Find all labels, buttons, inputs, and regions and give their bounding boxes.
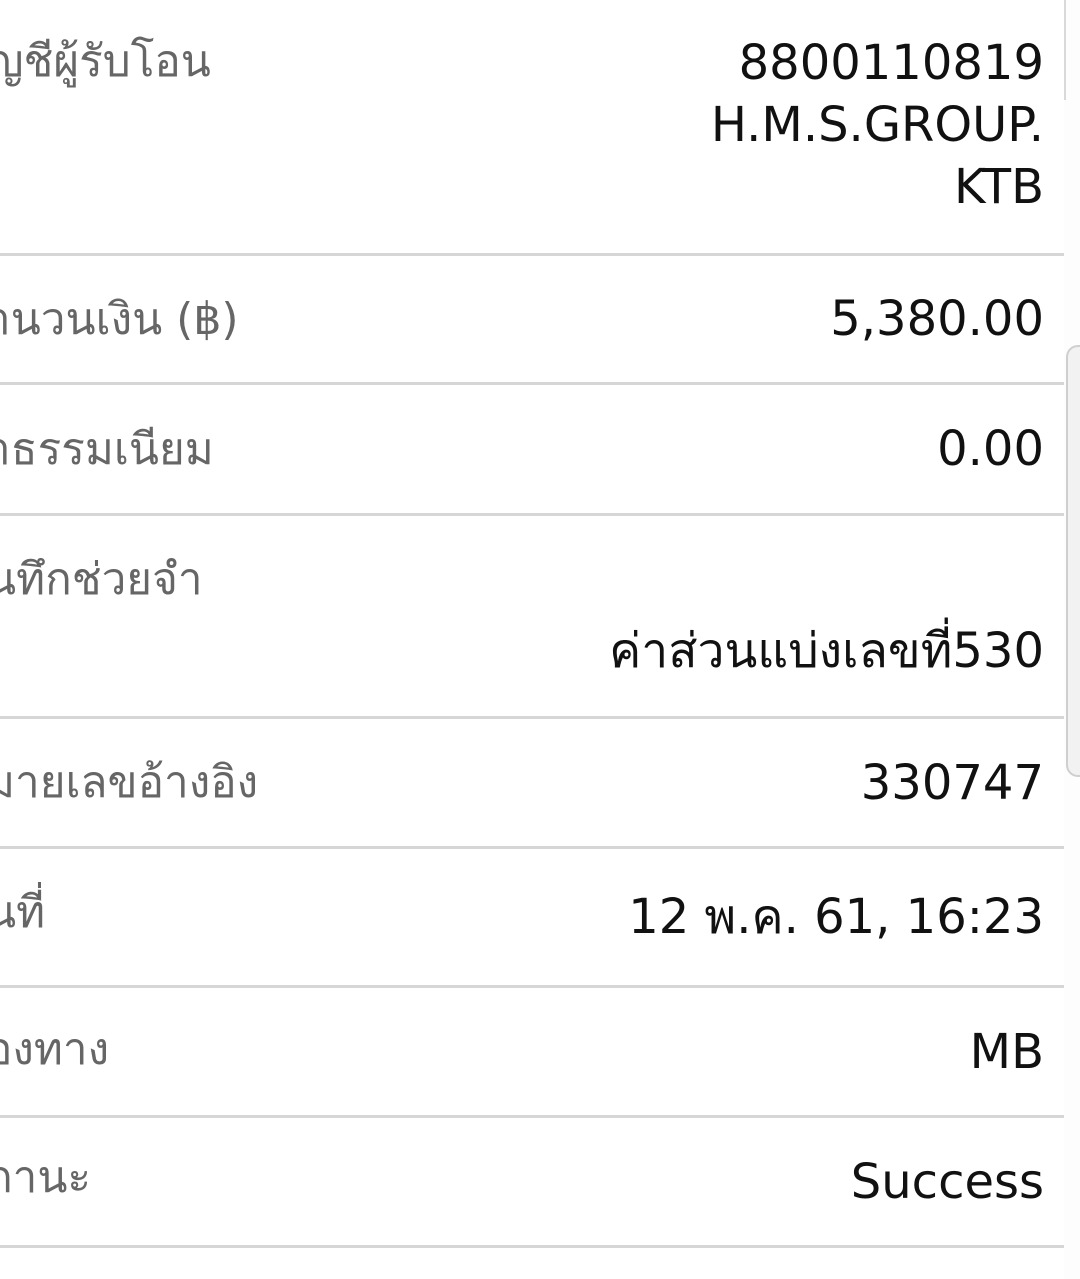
memo-value: ค่าส่วนแบ่งเลขที่530: [609, 623, 1044, 679]
date-row: นที่ 12 พ.ค. 61, 16:23: [0, 849, 1064, 988]
fee-row: ่าธรรมเนียม 0.00: [0, 385, 1064, 516]
scrollbar[interactable]: [1064, 0, 1080, 1279]
date-label: นที่: [0, 887, 46, 938]
memo-label: นทึกช่วยจำ: [0, 554, 203, 605]
date-value: 12 พ.ค. 61, 16:23: [628, 889, 1044, 945]
recipient-account-value: 8800110819 H.M.S.GROUP. KTB: [711, 32, 1044, 218]
scrollbar-thumb[interactable]: [1066, 345, 1080, 777]
status-value: Success: [850, 1154, 1044, 1210]
reference-label: มายเลขอ้างอิง: [0, 757, 259, 808]
status-label: ถานะ: [0, 1152, 92, 1203]
amount-value: 5,380.00: [830, 291, 1044, 347]
channel-value: MB: [969, 1024, 1044, 1080]
recipient-account-name: H.M.S.GROUP.: [710, 97, 1044, 153]
fee-label: ่าธรรมเนียม: [0, 424, 214, 475]
reference-row: มายเลขอ้างอิง 330747: [0, 719, 1064, 849]
amount-row: านวนเงิน (฿) 5,380.00: [0, 256, 1064, 385]
recipient-account-row: ญชีผู้รับโอน 8800110819 H.M.S.GROUP. KTB: [0, 0, 1064, 256]
channel-row: ่องทาง MB: [0, 988, 1064, 1118]
fee-value: 0.00: [937, 421, 1044, 477]
recipient-account-number: 8800110819: [738, 35, 1044, 91]
channel-label: ่องทาง: [0, 1024, 110, 1075]
scrollbar-track-top: [1064, 0, 1080, 100]
amount-label: านวนเงิน (฿): [0, 294, 239, 345]
recipient-bank: KTB: [954, 159, 1044, 215]
memo-row: นทึกช่วยจำ ค่าส่วนแบ่งเลขที่530: [0, 516, 1064, 719]
transfer-detail-list: ญชีผู้รับโอน 8800110819 H.M.S.GROUP. KTB…: [0, 0, 1064, 1279]
recipient-account-label: ญชีผู้รับโอน: [0, 36, 211, 87]
reference-value: 330747: [860, 755, 1044, 811]
status-row: ถานะ Success: [0, 1118, 1064, 1248]
